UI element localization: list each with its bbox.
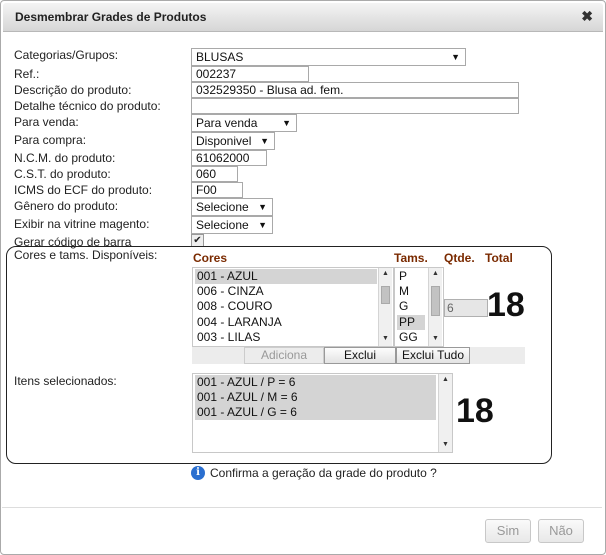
cores-scrollbar[interactable]: ▲ ▼ bbox=[378, 268, 392, 346]
list-item[interactable]: 008 - COURO bbox=[195, 299, 272, 314]
ncm-field[interactable]: 61062000 bbox=[191, 150, 267, 166]
list-item[interactable]: GG bbox=[397, 330, 418, 345]
exclui-tudo-button[interactable]: Exclui Tudo bbox=[396, 347, 470, 364]
list-item[interactable]: 003 - LILAS bbox=[195, 330, 260, 345]
cst-label: C.S.T. do produto: bbox=[14, 167, 111, 181]
descricao-label: Descrição do produto: bbox=[14, 83, 132, 97]
exclui-button[interactable]: Exclui bbox=[324, 347, 396, 364]
cst-field[interactable]: 060 bbox=[191, 166, 238, 182]
chevron-down-icon: ▼ bbox=[282, 118, 291, 128]
chevron-down-icon: ▼ bbox=[260, 136, 269, 146]
vitrine-label: Exibir na vitrine magento: bbox=[14, 217, 150, 231]
sim-button[interactable]: Sim bbox=[485, 519, 531, 543]
icms-field[interactable]: F00 bbox=[191, 182, 243, 198]
para-compra-value: Disponivel bbox=[196, 134, 252, 148]
genero-value: Selecione bbox=[196, 200, 249, 214]
tams-scrollbar[interactable]: ▲ ▼ bbox=[428, 268, 442, 346]
footer-divider bbox=[2, 507, 602, 508]
para-compra-select[interactable]: Disponivel ▼ bbox=[191, 132, 275, 150]
list-item[interactable]: PP bbox=[397, 315, 425, 330]
genero-select[interactable]: Selecione ▼ bbox=[191, 198, 273, 216]
list-item[interactable]: P bbox=[397, 269, 407, 284]
dialog-titlebar: Desmembrar Grades de Produtos ✖ bbox=[3, 3, 603, 32]
list-item[interactable]: G bbox=[397, 299, 408, 314]
list-item[interactable]: 001 - AZUL / G = 6 bbox=[195, 405, 436, 420]
list-item[interactable]: M bbox=[397, 284, 409, 299]
categorias-value: BLUSAS bbox=[196, 50, 244, 64]
categorias-select[interactable]: BLUSAS ▼ bbox=[191, 48, 466, 66]
itens-scrollbar[interactable]: ▲ ▼ bbox=[438, 374, 452, 452]
chevron-down-icon: ▼ bbox=[451, 52, 460, 62]
chevron-down-icon: ▼ bbox=[258, 202, 267, 212]
detalhe-label: Detalhe técnico do produto: bbox=[14, 99, 161, 113]
adiciona-button[interactable]: Adiciona bbox=[244, 347, 324, 364]
ncm-label: N.C.M. do produto: bbox=[14, 151, 116, 165]
ref-field[interactable]: 002237 bbox=[191, 66, 309, 82]
list-item[interactable]: 006 - CINZA bbox=[195, 284, 264, 299]
list-item[interactable]: 001 - AZUL bbox=[195, 269, 377, 284]
dialog-title: Desmembrar Grades de Produtos bbox=[15, 10, 207, 24]
ref-label: Ref.: bbox=[14, 67, 40, 81]
nao-button[interactable]: Não bbox=[538, 519, 584, 543]
scroll-up-icon[interactable]: ▲ bbox=[379, 268, 392, 280]
list-item[interactable]: 001 - AZUL / M = 6 bbox=[195, 390, 436, 405]
col-total-header: Total bbox=[485, 251, 513, 265]
cores-tams-label: Cores e tams. Disponíveis: bbox=[14, 248, 158, 262]
vitrine-value: Selecione bbox=[196, 218, 249, 232]
para-venda-label: Para venda: bbox=[14, 115, 79, 129]
detalhe-field[interactable] bbox=[191, 98, 519, 114]
scroll-up-icon[interactable]: ▲ bbox=[439, 374, 452, 386]
descricao-field[interactable]: 032529350 - Blusa ad. fem. bbox=[191, 82, 519, 98]
check-icon: ✔ bbox=[193, 235, 202, 246]
col-cores-header: Cores bbox=[193, 251, 228, 265]
categorias-label: Categorias/Grupos: bbox=[14, 48, 119, 62]
chevron-down-icon: ▼ bbox=[258, 220, 267, 230]
total-value: 18 bbox=[487, 286, 525, 324]
scroll-down-icon[interactable]: ▼ bbox=[429, 333, 442, 345]
confirm-text: Confirma a geração da grade do produto ? bbox=[210, 466, 437, 480]
list-item[interactable]: 001 - AZUL / P = 6 bbox=[195, 375, 436, 390]
qtde-field[interactable]: 6 bbox=[444, 299, 488, 317]
itens-total-value: 18 bbox=[456, 392, 494, 430]
col-qtde-header: Qtde. bbox=[444, 251, 475, 265]
para-venda-value: Para venda bbox=[196, 116, 258, 130]
info-icon: i bbox=[191, 466, 205, 480]
genero-label: Gênero do produto: bbox=[14, 199, 119, 213]
scroll-up-icon[interactable]: ▲ bbox=[429, 268, 442, 280]
itens-listbox[interactable]: 001 - AZUL / P = 6 001 - AZUL / M = 6 00… bbox=[192, 373, 453, 453]
scroll-thumb[interactable] bbox=[381, 286, 390, 304]
para-compra-label: Para compra: bbox=[14, 133, 87, 147]
close-icon[interactable]: ✖ bbox=[581, 8, 593, 25]
tams-listbox[interactable]: P M G PP GG ▲ ▼ bbox=[394, 267, 444, 347]
itens-label: Itens selecionados: bbox=[14, 374, 117, 388]
col-tams-header: Tams. bbox=[394, 251, 428, 265]
scroll-down-icon[interactable]: ▼ bbox=[439, 439, 452, 451]
scroll-thumb[interactable] bbox=[431, 286, 440, 316]
para-venda-select[interactable]: Para venda ▼ bbox=[191, 114, 297, 132]
scroll-down-icon[interactable]: ▼ bbox=[379, 333, 392, 345]
vitrine-select[interactable]: Selecione ▼ bbox=[191, 216, 273, 234]
icms-label: ICMS do ECF do produto: bbox=[14, 183, 153, 197]
cores-listbox[interactable]: 001 - AZUL 006 - CINZA 008 - COURO 004 -… bbox=[192, 267, 394, 347]
list-item[interactable]: 004 - LARANJA bbox=[195, 315, 282, 330]
